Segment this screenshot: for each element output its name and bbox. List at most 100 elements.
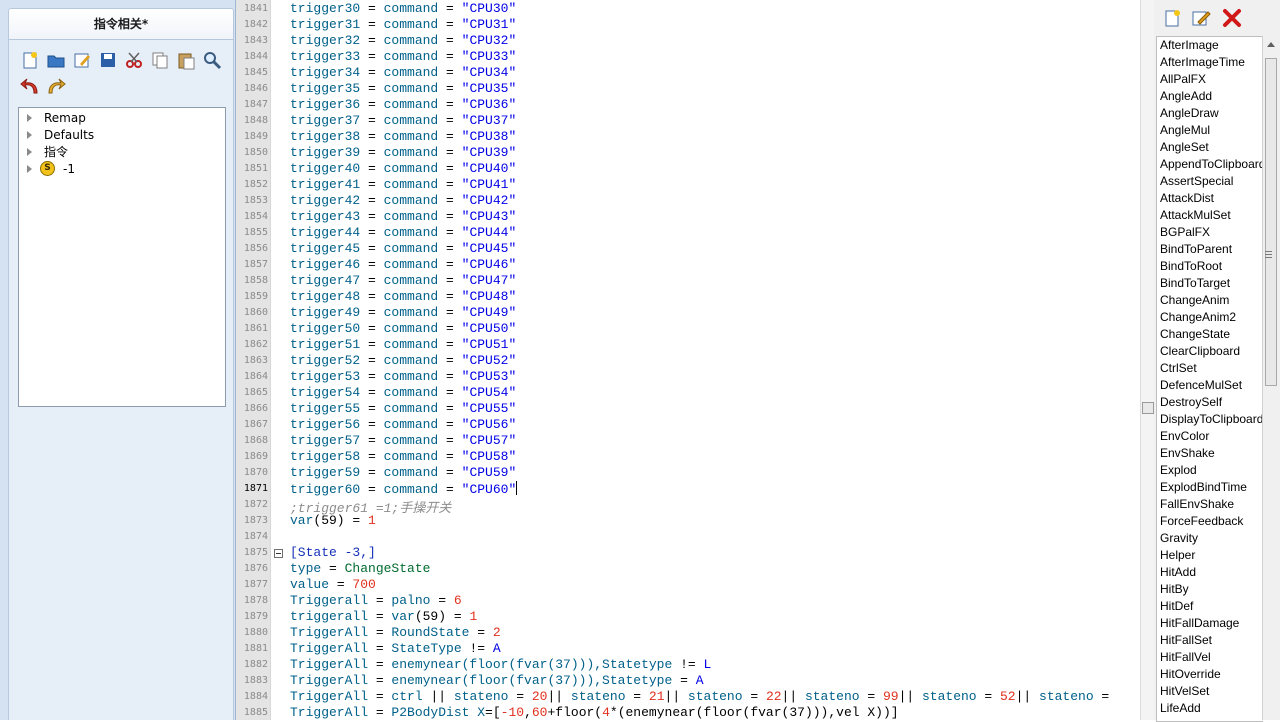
list-item[interactable]: AppendToClipboard xyxy=(1157,156,1263,173)
list-item[interactable]: ChangeState xyxy=(1157,326,1263,343)
code-line[interactable]: TriggerAll = RoundState = 2 xyxy=(290,625,501,640)
code-line[interactable]: trigger54 = command = "CPU54" xyxy=(290,385,516,400)
list-item[interactable]: AngleAdd xyxy=(1157,88,1263,105)
delete-icon[interactable] xyxy=(1220,6,1244,30)
save-icon[interactable] xyxy=(96,48,120,72)
list-item[interactable]: ForceFeedback xyxy=(1157,513,1263,530)
list-item[interactable]: HitFallDamage xyxy=(1157,615,1263,632)
list-item[interactable]: BindToParent xyxy=(1157,241,1263,258)
list-item[interactable]: AngleMul xyxy=(1157,122,1263,139)
list-item[interactable]: DefenceMulSet xyxy=(1157,377,1263,394)
list-item[interactable]: ClearClipboard xyxy=(1157,343,1263,360)
code-line[interactable]: TriggerAll = ctrl || stateno = 20|| stat… xyxy=(290,689,1109,704)
code-editor[interactable]: 1841 1842 1843 1844 1845 1846 1847 1848 1849 1850… xyxy=(236,0,1140,720)
controller-list[interactable]: AfterImage AfterImageTime AllPalFX AngleAdd… xyxy=(1156,36,1263,722)
list-item[interactable]: Helper xyxy=(1157,547,1263,564)
list-item[interactable]: AllPalFX xyxy=(1157,71,1263,88)
list-item[interactable]: HitVelSet xyxy=(1157,683,1263,700)
copy-icon[interactable] xyxy=(148,48,172,72)
list-item[interactable]: EnvColor xyxy=(1157,428,1263,445)
undo-icon[interactable] xyxy=(18,74,42,98)
code-line[interactable]: Triggerall = palno = 6 xyxy=(290,593,462,608)
list-item[interactable]: HitAdd xyxy=(1157,564,1263,581)
code-line[interactable]: TriggerAll = enemynear(floor(fvar(37))),… xyxy=(290,657,711,672)
list-item[interactable]: FallEnvShake xyxy=(1157,496,1263,513)
code-line[interactable]: trigger46 = command = "CPU46" xyxy=(290,257,516,272)
expand-arrow-icon[interactable] xyxy=(27,147,32,156)
list-item[interactable]: BindToRoot xyxy=(1157,258,1263,275)
code-line[interactable]: triggerall = var(59) = 1 xyxy=(290,609,477,624)
code-line[interactable]: [State -3,] xyxy=(290,545,376,560)
code-line[interactable]: trigger51 = command = "CPU51" xyxy=(290,337,516,352)
code-line[interactable]: trigger38 = command = "CPU38" xyxy=(290,129,516,144)
code-line[interactable]: trigger58 = command = "CPU58" xyxy=(290,449,516,464)
list-item[interactable]: CtrlSet xyxy=(1157,360,1263,377)
list-item[interactable]: Explod xyxy=(1157,462,1263,479)
list-item[interactable]: AttackDist xyxy=(1157,190,1263,207)
code-line[interactable]: trigger52 = command = "CPU52" xyxy=(290,353,516,368)
code-line[interactable]: trigger37 = command = "CPU37" xyxy=(290,113,516,128)
expand-arrow-icon[interactable] xyxy=(27,113,32,122)
code-line[interactable]: var(59) = 1 xyxy=(290,513,376,528)
tree-item[interactable]: S -1 xyxy=(25,160,75,177)
list-item[interactable]: DestroySelf xyxy=(1157,394,1263,411)
code-line[interactable]: trigger41 = command = "CPU41" xyxy=(290,177,516,192)
edit-item-icon[interactable] xyxy=(1190,6,1214,30)
code-line[interactable]: trigger35 = command = "CPU35" xyxy=(290,81,516,96)
code-line[interactable]: trigger43 = command = "CPU43" xyxy=(290,209,516,224)
code-line[interactable]: trigger50 = command = "CPU50" xyxy=(290,321,516,336)
code-line[interactable]: trigger55 = command = "CPU55" xyxy=(290,401,516,416)
scroll-up-arrow-icon[interactable] xyxy=(1267,42,1275,47)
list-item[interactable]: ExplodBindTime xyxy=(1157,479,1263,496)
tree-item[interactable]: Remap xyxy=(25,109,86,126)
list-item[interactable]: ChangeAnim2 xyxy=(1157,309,1263,326)
list-item[interactable]: HitOverride xyxy=(1157,666,1263,683)
code-line[interactable]: trigger45 = command = "CPU45" xyxy=(290,241,516,256)
list-item[interactable]: AngleSet xyxy=(1157,139,1263,156)
code-line[interactable]: TriggerAll = P2BodyDist X=[-10,60+floor(… xyxy=(290,705,899,720)
list-item[interactable]: BGPalFX xyxy=(1157,224,1263,241)
editor-scrollbar[interactable] xyxy=(1140,0,1155,720)
code-line[interactable]: trigger60 = command = "CPU60" xyxy=(290,481,518,497)
list-item[interactable]: HitFallVel xyxy=(1157,649,1263,666)
search-icon[interactable] xyxy=(200,48,224,72)
list-item[interactable]: AfterImage xyxy=(1157,37,1263,54)
list-item[interactable]: EnvShake xyxy=(1157,445,1263,462)
code-line[interactable]: trigger49 = command = "CPU49" xyxy=(290,305,516,320)
code-line[interactable]: trigger33 = command = "CPU33" xyxy=(290,49,516,64)
list-item[interactable]: HitDef xyxy=(1157,598,1263,615)
code-line[interactable]: trigger56 = command = "CPU56" xyxy=(290,417,516,432)
code-line[interactable]: trigger44 = command = "CPU44" xyxy=(290,225,516,240)
edit-icon[interactable] xyxy=(70,48,94,72)
expand-arrow-icon[interactable] xyxy=(27,130,32,139)
list-item[interactable]: Gravity xyxy=(1157,530,1263,547)
code-line[interactable]: trigger31 = command = "CPU31" xyxy=(290,17,516,32)
new-item-icon[interactable] xyxy=(1160,6,1184,30)
cut-icon[interactable] xyxy=(122,48,146,72)
code-line[interactable]: trigger48 = command = "CPU48" xyxy=(290,289,516,304)
code-line[interactable]: type = ChangeState xyxy=(290,561,430,576)
list-item[interactable]: BindToTarget xyxy=(1157,275,1263,292)
code-line[interactable]: trigger53 = command = "CPU53" xyxy=(290,369,516,384)
editor-scroll-thumb[interactable] xyxy=(1142,402,1154,414)
paste-icon[interactable] xyxy=(174,48,198,72)
code-line[interactable]: value = 700 xyxy=(290,577,376,592)
tree-item[interactable]: 指令 xyxy=(25,143,68,160)
list-item[interactable]: AssertSpecial xyxy=(1157,173,1263,190)
fold-toggle-icon[interactable] xyxy=(274,549,283,558)
code-line[interactable]: trigger30 = command = "CPU30" xyxy=(290,1,516,16)
code-line[interactable]: trigger40 = command = "CPU40" xyxy=(290,161,516,176)
code-line[interactable]: trigger57 = command = "CPU57" xyxy=(290,433,516,448)
code-line[interactable]: trigger47 = command = "CPU47" xyxy=(290,273,516,288)
code-line[interactable]: TriggerAll = enemynear(floor(fvar(37))),… xyxy=(290,673,704,688)
tree-item[interactable]: Defaults xyxy=(25,126,94,143)
expand-arrow-icon[interactable] xyxy=(27,164,32,173)
list-item[interactable]: AfterImageTime xyxy=(1157,54,1263,71)
tree-view[interactable]: Remap Defaults 指令 S -1 xyxy=(18,107,226,407)
code-line[interactable]: trigger39 = command = "CPU39" xyxy=(290,145,516,160)
list-item[interactable]: DisplayToClipboard xyxy=(1157,411,1263,428)
list-item[interactable]: ChangeAnim xyxy=(1157,292,1263,309)
code-line[interactable]: trigger32 = command = "CPU32" xyxy=(290,33,516,48)
open-folder-icon[interactable] xyxy=(44,48,68,72)
list-item[interactable]: HitFallSet xyxy=(1157,632,1263,649)
